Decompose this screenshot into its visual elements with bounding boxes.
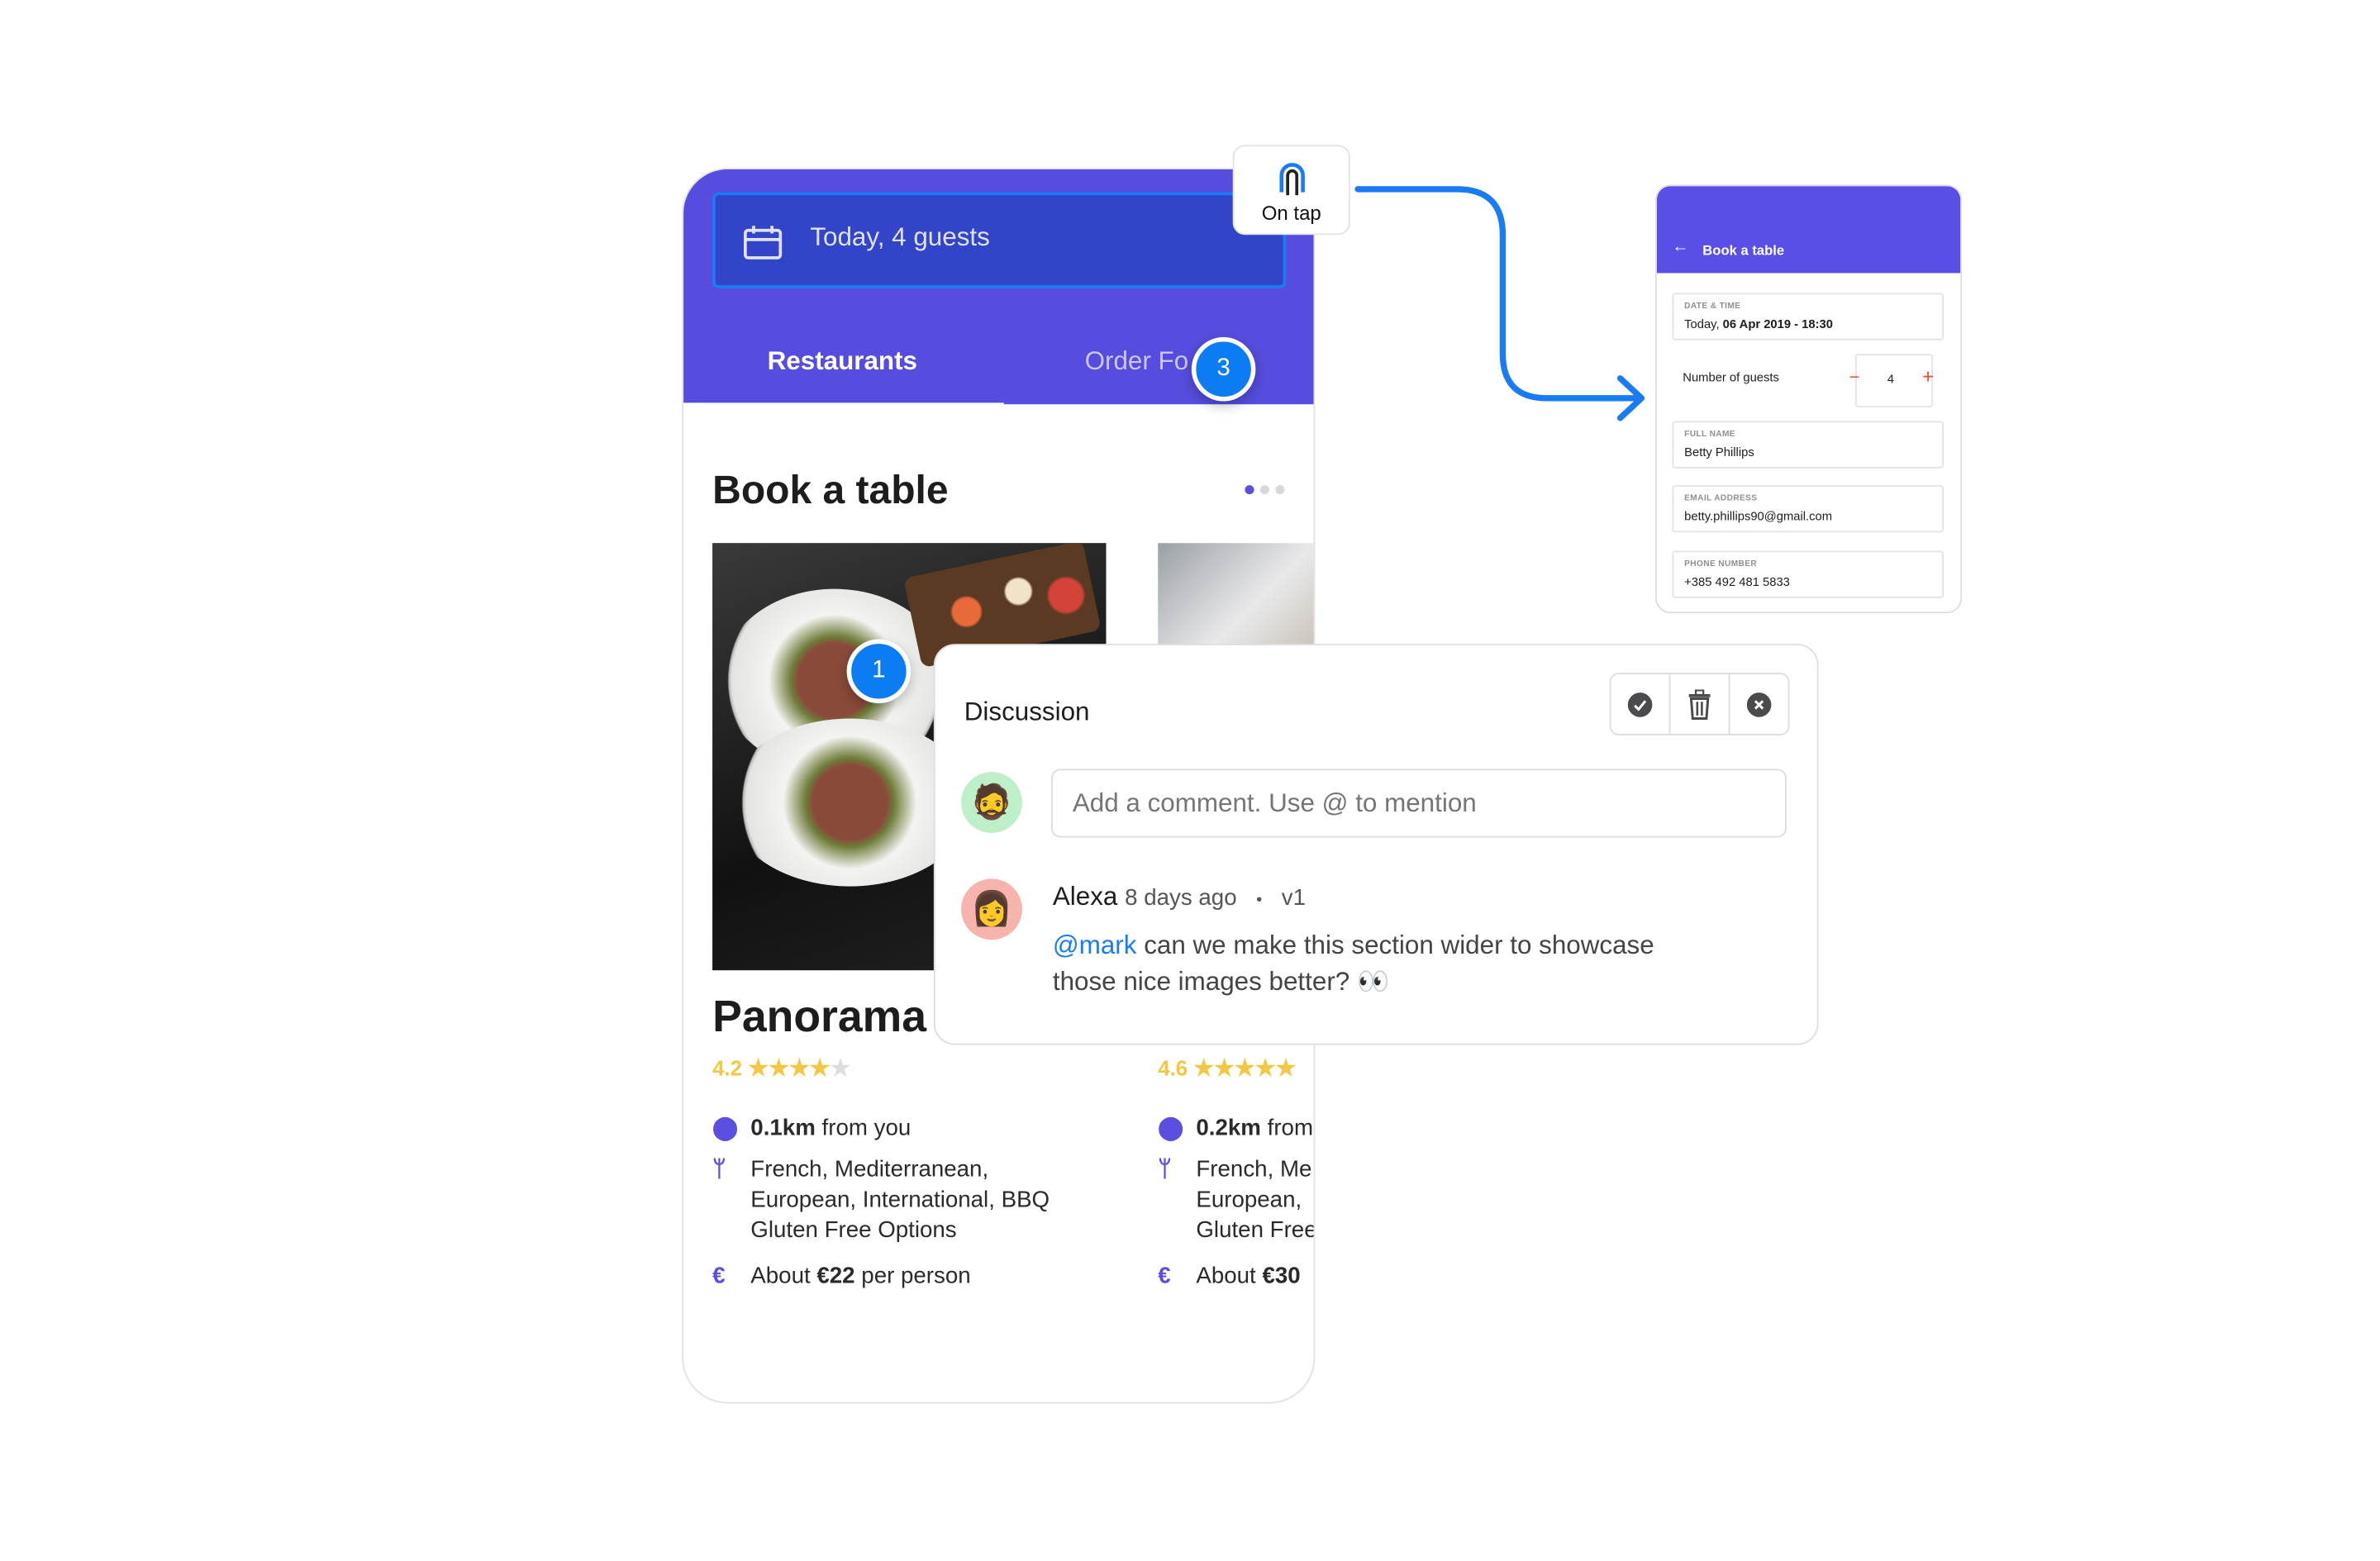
comment-badge-3[interactable]: 3 [1191, 336, 1256, 402]
price: € About €30 [1158, 1263, 1301, 1289]
close-circle-icon [1746, 692, 1772, 716]
star-icon: ★ [1214, 1055, 1235, 1082]
guests-label: Number of guests [1683, 370, 1779, 385]
restaurant-name[interactable]: Panorama [712, 993, 926, 1044]
location-pin-icon: ⬤ [1158, 1115, 1184, 1141]
discussion-actions [1609, 673, 1790, 735]
form-title: Book a table [1702, 242, 1785, 258]
tap-icon [1279, 163, 1305, 196]
distance: ⬤ 0.1km from you [712, 1115, 912, 1141]
comment-version: v1 [1281, 884, 1306, 911]
tab-order-food[interactable]: Order Fo [1085, 346, 1189, 377]
cuisine: ᛘ French, Mediterranean, European, Inter… [712, 1156, 1050, 1244]
distance: ⬤ 0.2km from [1158, 1115, 1314, 1141]
cuisine: ᛘ French, Me European, Gluten Free [1158, 1156, 1316, 1244]
star-icon: ★ [1193, 1055, 1215, 1082]
delete-button[interactable] [1671, 673, 1730, 734]
euro-icon: € [712, 1263, 726, 1289]
phone-field[interactable]: PHONE NUMBER +385 492 481 5833 [1672, 550, 1944, 598]
email-field[interactable]: EMAIL ADDRESS betty.phillips90@gmail.com [1672, 485, 1944, 533]
date-guests-selector[interactable]: Today, 4 guests [712, 192, 1287, 288]
alexa-avatar: 👩 [961, 878, 1022, 940]
star-icon: ★ [788, 1055, 810, 1082]
resolve-button[interactable] [1611, 673, 1671, 734]
plus-button[interactable]: + [1922, 364, 1934, 388]
comment-time: 8 days ago [1125, 884, 1237, 911]
comment-badge-1[interactable]: 1 [846, 639, 912, 704]
discussion-panel: Discussion 🧔 👩 Alexa 8 days ago • v1 @ma… [933, 644, 1819, 1045]
rating-value: 4.6 [1158, 1055, 1188, 1081]
tab-bar-inactive [1003, 397, 1314, 405]
carousel-dot[interactable] [1275, 485, 1285, 495]
minus-button[interactable]: − [1849, 366, 1860, 388]
on-tap-trigger[interactable]: On tap [1232, 145, 1350, 236]
guests-value: 4 [1887, 372, 1894, 387]
star-icon: ★ [769, 1055, 789, 1082]
form-header: ← Book a table [1656, 186, 1961, 274]
comment-input[interactable] [1050, 769, 1787, 838]
star-icon: ★ [1254, 1055, 1276, 1082]
rating: 4.2 ★★★★★ [712, 1054, 850, 1082]
trigger-label: On tap [1261, 201, 1321, 225]
euro-icon: € [1158, 1263, 1171, 1289]
star-empty-icon: ★ [830, 1055, 851, 1082]
calendar-icon [743, 226, 783, 259]
current-user-avatar: 🧔 [961, 772, 1022, 833]
star-icon: ★ [809, 1055, 831, 1082]
comment-author[interactable]: Alexa [1053, 882, 1118, 911]
separator: • [1256, 891, 1263, 910]
date-time-field[interactable]: DATE & TIME Today, 06 Apr 2019 - 18:30 [1672, 293, 1944, 340]
mention-link[interactable]: @mark [1053, 930, 1137, 959]
star-icon: ★ [748, 1055, 769, 1082]
star-icon: ★ [1275, 1055, 1297, 1082]
tab-restaurants[interactable]: Restaurants [768, 346, 917, 377]
carousel-dot-active[interactable] [1245, 485, 1254, 495]
rating: 4.6 ★★★★★ [1158, 1054, 1296, 1082]
restaurant-photo[interactable] [1158, 543, 1314, 650]
cutlery-icon: ᛘ [712, 1156, 726, 1183]
guests-stepper[interactable] [1854, 354, 1934, 407]
rating-value: 4.2 [712, 1055, 743, 1081]
price: € About €22 per person [712, 1263, 971, 1289]
full-name-field[interactable]: FULL NAME Betty Phillips [1672, 421, 1944, 469]
close-button[interactable] [1730, 674, 1788, 734]
cutlery-icon: ᛘ [1158, 1156, 1172, 1183]
section-title: Book a table [712, 466, 949, 513]
canvas: Today, 4 guests Restaurants Order Fo Boo… [0, 0, 2380, 1561]
check-circle-icon [1627, 692, 1653, 716]
comment-body: @mark can we make this section wider to … [1052, 930, 1654, 997]
location-pin-icon: ⬤ [712, 1115, 739, 1141]
trash-icon [1688, 688, 1711, 720]
comment-meta: Alexa 8 days ago • v1 [1053, 882, 1306, 912]
star-icon: ★ [1235, 1055, 1255, 1082]
back-arrow-icon[interactable]: ← [1672, 238, 1688, 256]
book-table-form-screen: ← Book a table DATE & TIME Today, 06 Apr… [1655, 184, 1963, 614]
date-guests-text: Today, 4 guests [810, 222, 990, 252]
carousel-dot[interactable] [1259, 485, 1269, 495]
discussion-title: Discussion [964, 697, 1090, 726]
